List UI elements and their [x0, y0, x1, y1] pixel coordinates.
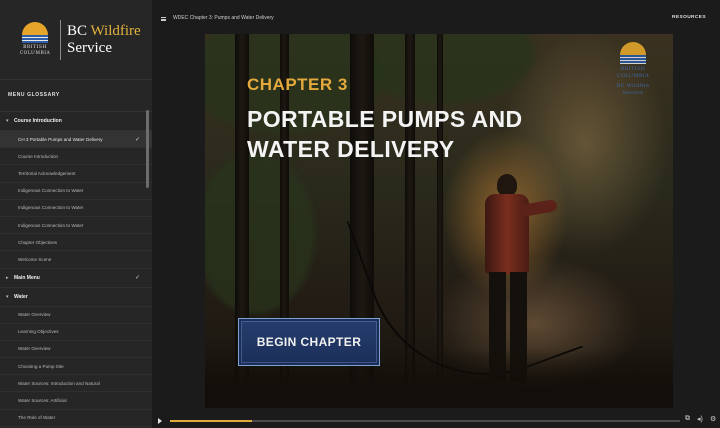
brand-logo: BRITISH COLUMBIA BC Wildfire Service [0, 0, 152, 80]
nav-item-label: Water Sources: Artificial [18, 398, 67, 404]
chapter-slide: BRITISH COLUMBIA BC Wildfire Service CHA… [205, 34, 673, 408]
nav-item-label: Water Overview [18, 312, 51, 318]
course-nav: ▾ Course Introduction CH 3 Portable Pump… [0, 112, 152, 427]
nav-item-welcome-scene[interactable]: Welcome Scene [0, 251, 152, 269]
nav-item-label: Territorial Acknowledgement [18, 170, 76, 176]
sidebar: BRITISH COLUMBIA BC Wildfire Service MEN… [0, 0, 153, 428]
nav-item-chapter-objectives[interactable]: Chapter Objectives [0, 234, 152, 252]
brand-name-wildfire: Wildfire [90, 22, 141, 39]
caret-down-icon: ▾ [6, 293, 9, 300]
nav-item-role-of-water[interactable]: The Role of Water [0, 410, 152, 427]
begin-chapter-button[interactable]: BEGIN CHAPTER [238, 318, 380, 366]
nav-item-label: Course Introduction [18, 153, 59, 159]
crest-text-2: COLUMBIA [19, 50, 51, 56]
player-controls: ⧉ ◂) ⚙ [153, 410, 720, 428]
caret-down-icon: ▾ [6, 118, 9, 124]
chapter-title: PORTABLE PUMPS AND WATER DELIVERY [247, 106, 523, 162]
slide-logo-text: BC Wildfire [616, 83, 650, 89]
resources-button[interactable]: RESOURCES [672, 15, 706, 20]
nav-section-main-menu[interactable]: ▸ Main Menu ✓ [0, 269, 152, 288]
slide-logo-text: COLUMBIA [617, 73, 649, 79]
nav-section-label: Course Introduction [14, 118, 62, 124]
nav-item-course-introduction[interactable]: Course Introduction [0, 148, 152, 166]
brand-name-bc: BC [67, 22, 91, 39]
nav-section-label: Main Menu [14, 274, 40, 281]
bc-crest-icon: BRITISH COLUMBIA [18, 20, 52, 60]
sidebar-scrollbar[interactable] [146, 110, 149, 188]
menu-icon[interactable] [161, 17, 166, 21]
nav-item-label: Welcome Scene [18, 256, 52, 262]
course-title: WDEC Chapter 3: Pumps and Water Delivery [173, 15, 274, 21]
foliage [355, 34, 535, 104]
nav-item-ch3-portable-pumps[interactable]: CH 3 Portable Pumps and Water Delivery ✓ [0, 131, 152, 149]
nav-item-water-sources-natural[interactable]: Water Sources: Introduction and Natural [0, 375, 152, 393]
nav-item-label: CH 3 Portable Pumps and Water Delivery [18, 136, 103, 142]
nav-item-label: Water Sources: Introduction and Natural [18, 380, 100, 386]
seek-bar-fill [170, 420, 252, 422]
slide-logo-text: BRITISH [620, 66, 646, 72]
nav-section-course-introduction[interactable]: ▾ Course Introduction [0, 112, 152, 131]
check-icon: ✓ [134, 275, 140, 281]
nav-item-water-overview-2[interactable]: Water Overview [0, 341, 152, 359]
brand-name-service: Service [67, 39, 112, 56]
nav-item-learning-objectives[interactable]: Learning Objectives [0, 324, 152, 341]
nav-item-territorial-acknowledgement[interactable]: Territorial Acknowledgement [0, 165, 152, 183]
volume-icon[interactable]: ◂) [697, 415, 703, 423]
seek-bar[interactable] [170, 420, 680, 422]
caret-right-icon: ▸ [6, 274, 9, 281]
nav-item-label: Learning Objectives [18, 329, 59, 335]
captions-icon[interactable]: ⧉ [685, 415, 690, 423]
nav-item-label: Indigenous Connection to Water [18, 222, 84, 228]
foliage [205, 154, 315, 314]
crest-text-1: BRITISH [23, 44, 47, 50]
nav-item-label: Water Overview [18, 346, 51, 352]
chapter-label: CHAPTER 3 [247, 75, 348, 94]
check-icon: ✓ [134, 136, 140, 143]
nav-item-label: The Role of Water [18, 415, 56, 421]
nav-item-indigenous-connection-3[interactable]: Indigenous Connection to Water [0, 217, 152, 235]
slide-logo-text: Service [622, 90, 644, 96]
brand-name: BC Wildfire Service [67, 23, 141, 57]
nav-section-water[interactable]: ▾ Water [0, 288, 152, 307]
nav-item-label: Indigenous Connection to Water [18, 188, 84, 194]
nav-item-label: Chapter Objectives [18, 239, 58, 245]
play-icon[interactable] [158, 418, 162, 424]
nav-section-label: Water [14, 293, 28, 300]
nav-item-label: Indigenous Connection to Water [18, 205, 84, 211]
nav-item-water-overview[interactable]: Water Overview [0, 307, 152, 324]
top-bar: WDEC Chapter 3: Pumps and Water Delivery… [153, 0, 720, 34]
settings-icon[interactable]: ⚙ [710, 415, 716, 423]
nav-item-water-sources-artificial[interactable]: Water Sources: Artificial [0, 392, 152, 410]
nav-item-indigenous-connection-2[interactable]: Indigenous Connection to Water [0, 200, 152, 217]
nav-item-choosing-pump-site[interactable]: Choosing a Pump Site [0, 358, 152, 376]
nav-item-label: Choosing a Pump Site [18, 363, 64, 369]
menu-glossary-tabs[interactable]: MENU GLOSSARY [0, 80, 152, 112]
nav-item-indigenous-connection-1[interactable]: Indigenous Connection to Water [0, 183, 152, 200]
bc-wildfire-logo-icon: BRITISH COLUMBIA BC Wildfire Service [611, 42, 655, 112]
logo-divider [60, 19, 61, 60]
